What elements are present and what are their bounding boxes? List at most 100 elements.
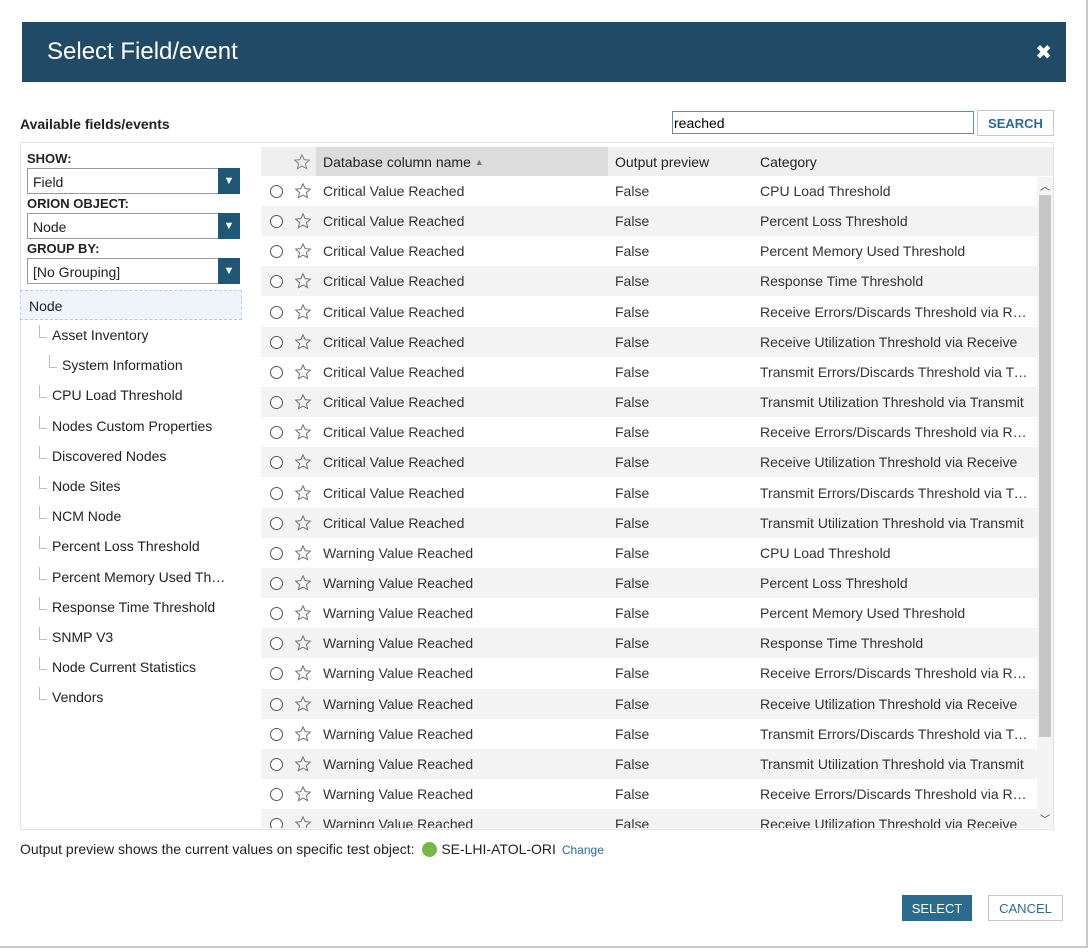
table-row[interactable]: Critical Value Reached False Percent Loss … (261, 206, 1037, 237)
star-icon[interactable] (294, 815, 312, 828)
table-row[interactable]: Critical Value Reached False Transmit Erro… (261, 357, 1037, 387)
tree-item[interactable]: Response Time Threshold (52, 592, 215, 622)
star-icon[interactable] (294, 242, 312, 260)
star-icon[interactable] (294, 393, 312, 411)
search-input[interactable] (672, 111, 974, 134)
star-icon[interactable] (294, 755, 312, 773)
star-icon[interactable] (294, 664, 312, 682)
tree-item[interactable]: Vendors (52, 682, 103, 712)
table-row[interactable]: Warning Value Reached False Receive Utiliz… (261, 809, 1037, 828)
row-radio[interactable] (270, 456, 283, 470)
row-radio[interactable] (270, 185, 283, 198)
tree-item[interactable]: Node Current Statistics (52, 652, 196, 682)
column-header-preview[interactable]: Output preview (615, 154, 709, 170)
row-radio[interactable] (270, 727, 283, 741)
row-radio[interactable] (270, 305, 283, 319)
table-row[interactable]: Critical Value Reached False Receive Error… (261, 417, 1037, 447)
row-radio[interactable] (270, 215, 283, 229)
table-row[interactable]: Warning Value Reached False Percent Memory… (261, 598, 1037, 628)
tree-item[interactable]: Percent Loss Threshold (52, 531, 200, 561)
tree-item[interactable]: Nodes Custom Properties (52, 411, 212, 441)
group-by-select[interactable]: [No Grouping] ▼ (27, 258, 240, 284)
star-icon[interactable] (294, 423, 312, 441)
tree-item[interactable]: System Information (62, 350, 183, 380)
grid-scrollbar[interactable]: ︿ ﹀ (1037, 177, 1053, 828)
row-radio[interactable] (270, 818, 283, 828)
table-row[interactable]: Critical Value Reached False Transmit Erro… (261, 478, 1037, 508)
tree-item[interactable]: CPU Load Threshold (52, 380, 182, 410)
star-icon[interactable] (294, 514, 312, 532)
star-icon[interactable] (294, 272, 312, 290)
star-icon[interactable] (294, 574, 312, 592)
star-icon[interactable] (294, 333, 312, 351)
table-row[interactable]: Critical Value Reached False Percent Memor… (261, 236, 1037, 266)
table-row[interactable]: Warning Value Reached False Percent Loss T… (261, 567, 1037, 598)
row-radio[interactable] (270, 426, 283, 440)
table-row[interactable]: Warning Value Reached False Transmit Utili… (261, 748, 1037, 779)
star-icon[interactable] (294, 785, 312, 803)
scrollbar-thumb[interactable] (1039, 195, 1051, 737)
change-link[interactable]: Change (562, 843, 604, 857)
table-row[interactable]: Critical Value Reached False Response Time… (261, 266, 1037, 297)
tree-item[interactable]: Discovered Nodes (52, 441, 166, 471)
row-radio[interactable] (270, 245, 283, 259)
star-icon[interactable] (294, 544, 312, 562)
row-radio[interactable] (270, 788, 283, 801)
scroll-up-icon[interactable]: ︿ (1037, 177, 1053, 193)
row-radio[interactable] (270, 335, 283, 349)
star-icon[interactable] (294, 634, 312, 652)
table-row[interactable]: Warning Value Reached False Response Time … (261, 628, 1037, 659)
table-row[interactable]: Critical Value Reached False Receive Utili… (261, 326, 1037, 357)
table-row[interactable]: Critical Value Reached False Receive Utili… (261, 447, 1037, 478)
row-radio[interactable] (270, 516, 283, 530)
star-icon[interactable] (294, 484, 312, 502)
star-icon[interactable] (294, 303, 312, 321)
show-select[interactable]: Field ▼ (27, 168, 240, 194)
table-row[interactable]: Critical Value Reached False Transmit Util… (261, 507, 1037, 538)
row-radio[interactable] (270, 637, 283, 651)
cell-category: Receive Errors/Discards Threshold via Re… (760, 786, 1028, 802)
star-icon[interactable] (294, 212, 312, 230)
cell-name: Critical Value Reached (323, 363, 465, 380)
star-icon[interactable] (294, 725, 312, 743)
row-radio[interactable] (270, 546, 283, 560)
tree-item[interactable]: Node Sites (52, 471, 120, 501)
table-row[interactable]: Warning Value Reached False Transmit Error… (261, 719, 1037, 749)
row-radio[interactable] (270, 607, 283, 621)
column-header-name[interactable]: Database column name ▲ (323, 154, 484, 170)
row-radio[interactable] (270, 486, 283, 500)
row-radio[interactable] (270, 396, 283, 410)
row-radio[interactable] (270, 275, 283, 289)
table-row[interactable]: Critical Value Reached False Receive Error… (261, 297, 1037, 327)
tree-node-root[interactable]: Node (20, 290, 242, 320)
star-icon[interactable] (294, 604, 312, 622)
select-button[interactable]: SELECT (902, 895, 972, 921)
row-radio[interactable] (270, 667, 283, 681)
orion-object-select[interactable]: Node ▼ (27, 213, 240, 239)
row-radio[interactable] (270, 365, 283, 379)
tree-item[interactable]: Percent Memory Used Th… (52, 562, 225, 592)
star-icon[interactable] (294, 453, 312, 471)
column-header-category[interactable]: Category (760, 154, 817, 170)
table-row[interactable]: Warning Value Reached False Receive Utiliz… (261, 688, 1037, 719)
cell-name: Critical Value Reached (323, 273, 465, 290)
tree-item[interactable]: SNMP V3 (52, 622, 113, 652)
search-button[interactable]: SEARCH (977, 110, 1054, 136)
table-row[interactable]: Warning Value Reached False CPU Load Thres… (261, 538, 1037, 568)
tree-item[interactable]: NCM Node (52, 501, 121, 531)
table-row[interactable]: Critical Value Reached False Transmit Util… (261, 387, 1037, 418)
scroll-down-icon[interactable]: ﹀ (1037, 810, 1053, 826)
row-radio[interactable] (270, 697, 283, 711)
row-radio[interactable] (270, 757, 283, 771)
close-icon[interactable]: ✖ (1035, 40, 1052, 65)
row-radio[interactable] (270, 576, 283, 590)
star-icon[interactable] (294, 182, 312, 200)
table-row[interactable]: Warning Value Reached False Receive Errors… (261, 658, 1037, 688)
cancel-button[interactable]: CANCEL (988, 895, 1063, 921)
table-row[interactable]: Warning Value Reached False Receive Errors… (261, 779, 1037, 809)
tree-item[interactable]: Asset Inventory (52, 320, 149, 350)
star-icon[interactable] (293, 153, 311, 171)
star-icon[interactable] (294, 363, 312, 381)
table-row[interactable]: Critical Value Reached False CPU Load Thre… (261, 176, 1037, 206)
star-icon[interactable] (294, 695, 312, 713)
